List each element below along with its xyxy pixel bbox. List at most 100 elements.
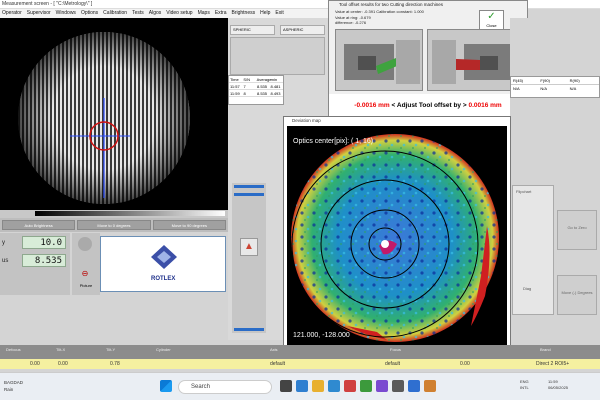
adjust-label: < Adjust Tool offset by > (391, 102, 467, 109)
col-sn: S/N (243, 77, 250, 82)
deviation-map-image (291, 134, 499, 342)
app-icon[interactable] (376, 380, 388, 392)
menu-item-algos[interactable]: Algos (149, 9, 162, 18)
cell: 8.535 (257, 91, 268, 96)
menu-item-tests[interactable]: Tests (132, 9, 144, 18)
task-view-icon[interactable] (280, 380, 292, 392)
status-value: default (385, 361, 401, 367)
deviation-map-title: Deviation map (292, 118, 321, 123)
menu-item-brightness[interactable]: Brightness (232, 9, 256, 18)
app-icon[interactable] (360, 380, 372, 392)
status-value: Direct 2 ROI5+ (536, 361, 570, 367)
menu-item-calibration[interactable]: Calibration (103, 9, 127, 18)
picture-button[interactable]: Picture (74, 283, 98, 291)
col-average: Average (256, 77, 272, 82)
menu-item-exit[interactable]: Exit (275, 9, 283, 18)
taskbar: BAGDAD Rain Search ENG INTL 11:59 06/05/… (0, 372, 600, 400)
status-value: 0.00 (58, 361, 68, 367)
flipchart-panel: Flipchart Diag (512, 185, 554, 315)
slider-bar[interactable] (234, 185, 264, 188)
status-label: Axis (270, 347, 278, 352)
status-value: 0.00 (460, 361, 470, 367)
cell: N/A (569, 86, 577, 91)
auto-brightness-button[interactable]: Auto Brightness (2, 220, 76, 230)
tabs-row: SPHERIC ASPHERIC (228, 25, 328, 35)
explorer-icon[interactable] (312, 380, 324, 392)
camera-view (0, 18, 228, 210)
tab-spheric[interactable]: SPHERIC (230, 25, 275, 35)
table-row[interactable]: 11:57 7 8.535 8.481 (229, 83, 283, 90)
menu-item-video-setup[interactable]: Video setup (166, 9, 192, 18)
clock[interactable]: 11:59 06/05/2025 (548, 379, 568, 391)
start-icon[interactable] (160, 380, 172, 392)
menu-item-operator[interactable]: Operator (2, 9, 22, 18)
app-icon[interactable] (344, 380, 356, 392)
menu-item-extra[interactable]: Extra (215, 9, 227, 18)
slider-column (232, 183, 266, 333)
diag-label: Diag (523, 286, 532, 291)
camera-icon: ⊖ (81, 269, 89, 278)
machine-image-left (335, 29, 423, 91)
app-icon[interactable] (392, 380, 404, 392)
cell: 8.535 (257, 84, 268, 89)
app-icon[interactable] (408, 380, 420, 392)
cell: 8.493 (270, 91, 281, 96)
slider-bar[interactable] (234, 193, 264, 196)
menu-item-windows[interactable]: Windows (56, 9, 76, 18)
move-90-degrees-button[interactable]: Move to 90 degrees (152, 220, 226, 230)
side-buttons: ⊖ Picture (72, 233, 100, 295)
table-row[interactable]: 11:59 8 8.535 8.493 (229, 90, 283, 97)
readout-value-2: 8.535 (22, 254, 66, 267)
taskbar-search[interactable]: Search (178, 380, 272, 394)
dialog-info: Value at center: -0.391 Calibration cons… (335, 9, 465, 26)
table-row[interactable]: N/A N/A N/A (511, 85, 599, 93)
language-indicator[interactable]: ENG INTL (520, 379, 529, 391)
go-to-zero-button[interactable]: Go to Zero (557, 210, 597, 250)
table-header-row: Time S/N Average min (229, 76, 283, 83)
readout-value-1: 10.0 (22, 236, 66, 249)
app-icon[interactable] (424, 380, 436, 392)
cell: 8 (243, 91, 246, 96)
status-strip: Defocus Tilt-X Tilt-Y Cylinder Axis Focu… (0, 345, 600, 359)
weather-widget[interactable]: BAGDAD Rain (4, 379, 23, 393)
options-field (230, 37, 325, 75)
cursor-coords: 121.000, -128.000 (293, 332, 350, 339)
right-table: R(45) F(90) R(90) N/A N/A N/A (510, 76, 600, 98)
camera-button-row: Auto Brightness Move to 0 degrees Move t… (0, 218, 228, 232)
status-label: Cylinder (156, 347, 171, 352)
col-r90: R(90) (569, 78, 580, 83)
slider-bar[interactable] (234, 328, 264, 331)
status-value: 0.78 (110, 361, 120, 367)
status-label: Tilt-X (56, 347, 66, 352)
status-values: 0.00 0.00 0.78 default default 0.00 Dire… (0, 359, 600, 369)
move-0-degrees-button[interactable]: Move to 0 degrees (77, 220, 151, 230)
logo-panel: ROTLEX (100, 236, 226, 292)
offset-left: -0.0016 mm (354, 102, 390, 109)
dialog-title: Tool offset results for two Cutting dire… (339, 2, 443, 7)
edge-icon[interactable] (296, 380, 308, 392)
cell: 8.481 (270, 84, 281, 89)
menu-item-help[interactable]: Help (260, 9, 270, 18)
cell: 7 (243, 84, 246, 89)
offset-right: 0.0016 mm (468, 102, 502, 109)
status-value: 0.00 (30, 361, 40, 367)
move-degrees-button[interactable]: Move (-) Degrees (557, 275, 597, 315)
machine-image-right (427, 29, 521, 91)
menu-item-maps[interactable]: Maps (198, 9, 210, 18)
status-label: Focus (390, 347, 401, 352)
check-icon: ✓ (487, 11, 496, 22)
warning-icon[interactable]: ▲ (240, 238, 258, 256)
status-value: default (270, 361, 286, 367)
record-button[interactable] (78, 237, 92, 251)
deviation-map-window: Deviation map Optics center[pix]: (1, 1… (283, 116, 511, 352)
deviation-map-canvas: Optics center[pix]: ( 1, 16) 121.000, -1… (287, 126, 507, 350)
optics-center-label: Optics center[pix]: ( 1, 16) (293, 138, 374, 145)
menu-item-options[interactable]: Options (81, 9, 98, 18)
readout-label-1: y (2, 240, 5, 246)
mail-icon[interactable] (328, 380, 340, 392)
tab-aspheric[interactable]: ASPHERIC (280, 25, 325, 35)
menu-item-supervisor[interactable]: Supervisor (27, 9, 51, 18)
readout-label-2: us (2, 258, 9, 264)
status-label: Brand (540, 347, 551, 352)
results-table: Time S/N Average min 11:57 7 8.535 8.481… (228, 75, 284, 105)
